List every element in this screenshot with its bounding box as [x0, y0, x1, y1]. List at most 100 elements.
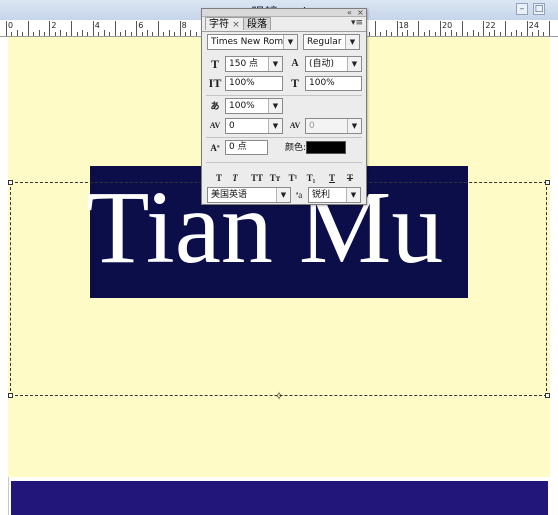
- panel-menu-button[interactable]: ▾≡: [351, 18, 363, 28]
- ruler-tick: [92, 21, 94, 36]
- ruler-tick: [429, 30, 431, 36]
- ruler-tick: [43, 32, 45, 36]
- underline-button[interactable]: T: [325, 172, 339, 185]
- ruler-tick: [114, 21, 116, 36]
- ruler-tick: [168, 30, 170, 36]
- tab-paragraph[interactable]: 段落: [243, 17, 271, 30]
- strikethrough-button[interactable]: T: [343, 172, 357, 185]
- small-caps-button[interactable]: Tт: [268, 172, 282, 185]
- ruler-tick: [407, 30, 409, 36]
- text-color-swatch[interactable]: [306, 141, 346, 154]
- ruler-tick: [385, 30, 387, 36]
- horizontal-scale-icon: T: [290, 76, 299, 90]
- ruler-tick: [109, 32, 111, 36]
- chevron-down-icon: ▼: [346, 188, 360, 202]
- ruler-tick: [510, 32, 512, 36]
- leading-select[interactable]: (自动) ▼: [305, 56, 362, 72]
- ruler-tick: [54, 32, 56, 36]
- all-caps-button[interactable]: TT: [250, 172, 264, 185]
- bottom-navy-band: [11, 481, 548, 515]
- ruler-tick: [456, 32, 458, 36]
- text-bounding-box[interactable]: [10, 182, 547, 396]
- ruler-tick: [65, 32, 67, 36]
- chevron-down-icon: ▼: [283, 35, 297, 49]
- language-select[interactable]: 美国英语 ▼: [207, 187, 291, 203]
- vertical-scale-icon: IT: [208, 76, 222, 90]
- ruler-tick: [369, 32, 371, 36]
- ruler-tick: [526, 21, 528, 36]
- antialias-value: 锐利: [312, 190, 331, 200]
- ruler-tick: [423, 32, 425, 36]
- minimize-button[interactable]: –: [516, 3, 528, 15]
- chevron-down-icon: ▼: [268, 57, 282, 71]
- ruler-tick: [179, 21, 181, 36]
- ruler-tick: [521, 32, 523, 36]
- transform-handle-middle-right[interactable]: [545, 393, 550, 398]
- maximize-button[interactable]: □: [533, 3, 545, 15]
- tsume-value: 100%: [229, 101, 255, 111]
- tracking-icon: AV: [289, 121, 301, 130]
- tab-character-label: 字符: [209, 19, 229, 30]
- antialias-select[interactable]: 锐利 ▼: [308, 187, 361, 203]
- tab-character[interactable]: 字符 ×: [205, 17, 244, 30]
- ruler-tick: [396, 21, 398, 36]
- font-family-value: Times New Roman: [211, 37, 295, 47]
- ruler-tick: [548, 21, 550, 36]
- tracking-value: 0: [309, 121, 315, 131]
- baseline-shift-field[interactable]: 0 点: [225, 140, 268, 155]
- faux-bold-button[interactable]: T: [212, 172, 226, 185]
- ruler-tick: [374, 21, 376, 36]
- panel-divider: [206, 137, 362, 138]
- ruler-tick: [16, 30, 18, 36]
- leading-icon: A: [291, 58, 299, 69]
- antialias-icon: ªa: [295, 190, 303, 200]
- tracking-select[interactable]: 0 ▼: [305, 118, 362, 134]
- ruler-label: 24: [528, 21, 539, 30]
- font-size-icon: T: [210, 57, 219, 71]
- ruler-tick: [472, 30, 474, 36]
- ruler-tick: [6, 21, 7, 36]
- ruler-tick: [38, 30, 40, 36]
- faux-italic-button[interactable]: T: [228, 172, 242, 185]
- chevron-down-icon: ▼: [345, 35, 359, 49]
- ruler-tick: [71, 21, 73, 36]
- font-size-select[interactable]: 150 点 ▼: [225, 56, 283, 72]
- ruler-tick: [461, 21, 463, 36]
- color-label: 颜色:: [285, 143, 307, 153]
- reference-point-icon[interactable]: ✧: [273, 390, 285, 402]
- font-style-select[interactable]: Regular ▼: [303, 34, 360, 50]
- tsume-icon: あ: [210, 101, 220, 111]
- chevron-down-icon: ▼: [347, 119, 361, 133]
- transform-handle-top-right[interactable]: [545, 180, 550, 185]
- font-size-value: 150 点: [229, 59, 259, 69]
- ruler-tick: [488, 32, 490, 36]
- ruler-tick: [499, 32, 501, 36]
- ruler-tick: [125, 30, 127, 36]
- vertical-scale-field[interactable]: 100%: [225, 76, 283, 91]
- ruler-tick: [190, 30, 192, 36]
- tsume-select[interactable]: 100% ▼: [225, 98, 283, 114]
- tab-paragraph-label: 段落: [247, 19, 267, 30]
- ruler-tick: [98, 32, 100, 36]
- ruler-tick: [195, 32, 197, 36]
- ruler-tick: [163, 32, 165, 36]
- ruler-label: 20: [442, 21, 453, 30]
- ruler-tick: [76, 32, 78, 36]
- kerning-icon: AV: [209, 121, 221, 130]
- font-family-select[interactable]: Times New Roman ▼: [207, 34, 298, 50]
- ruler-tick: [532, 32, 534, 36]
- transform-handle-top-left[interactable]: [8, 180, 13, 185]
- ruler-tick: [33, 32, 35, 36]
- leading-value: (自动): [309, 59, 335, 69]
- superscript-button[interactable]: T¹: [286, 172, 300, 185]
- chevron-down-icon: ▼: [268, 99, 282, 113]
- transform-handle-middle-left[interactable]: [8, 393, 13, 398]
- ruler-tick: [87, 32, 89, 36]
- ruler-tick: [391, 32, 393, 36]
- ruler-tick: [49, 21, 51, 36]
- subscript-button[interactable]: T₁: [304, 172, 318, 185]
- kerning-select[interactable]: 0 ▼: [225, 118, 283, 134]
- horizontal-scale-field[interactable]: 100%: [305, 76, 362, 91]
- close-tab-icon[interactable]: ×: [232, 20, 240, 30]
- ruler-tick: [147, 30, 149, 36]
